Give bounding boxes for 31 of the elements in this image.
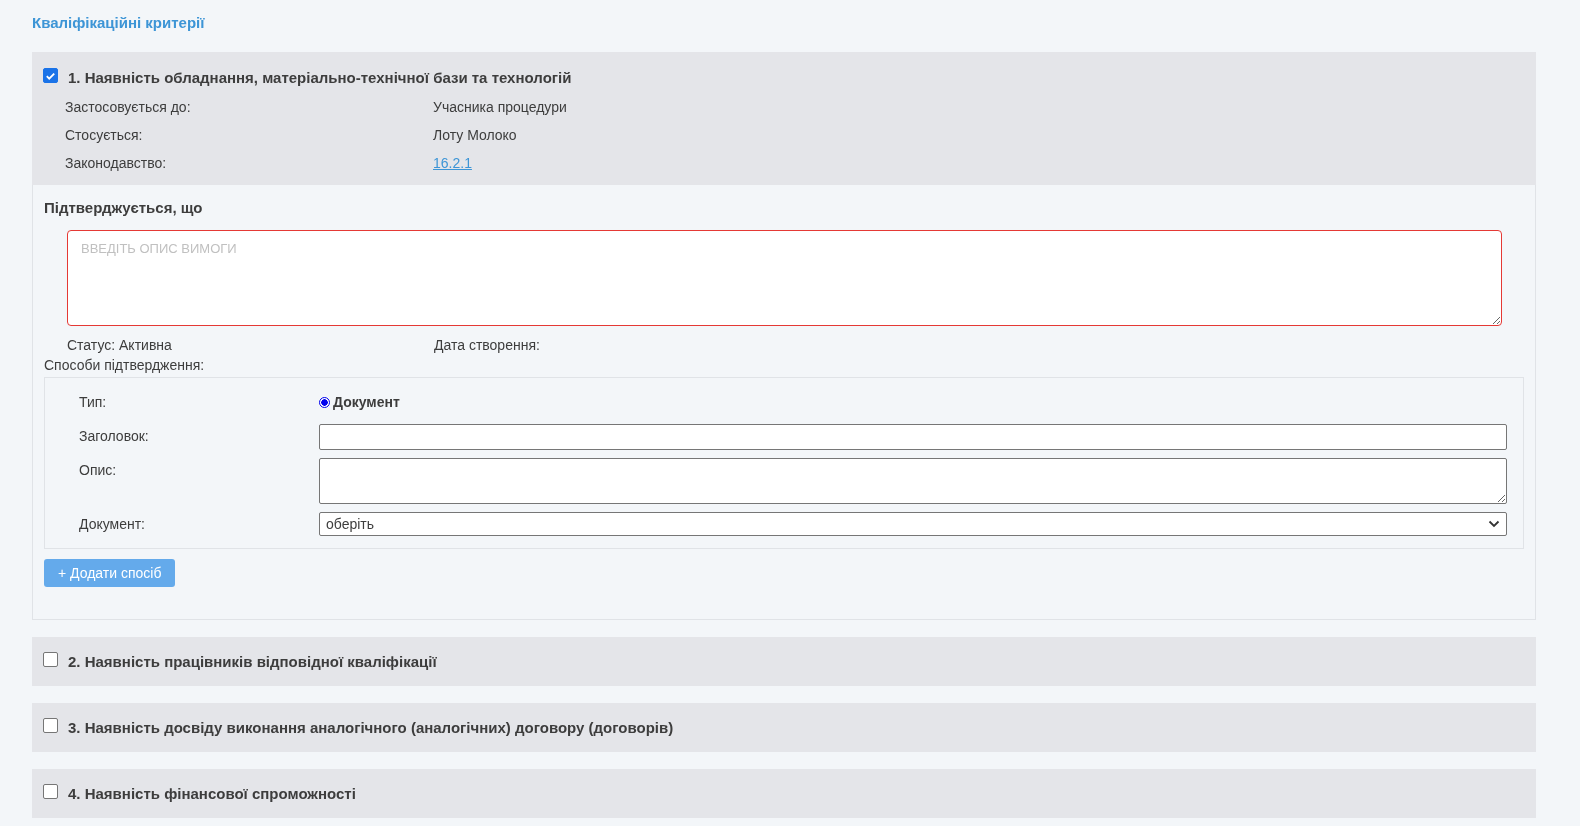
- field-label: Стосується:: [65, 127, 144, 143]
- field-value: Учасника процедури: [433, 99, 567, 115]
- description-input[interactable]: [319, 458, 1507, 504]
- field-label: Тип:: [79, 393, 108, 410]
- checkbox[interactable]: [43, 652, 58, 667]
- requirement-field[interactable]: ВВЕДІТЬ ОПИС ВИМОГИ: [67, 230, 1502, 326]
- methods-label: Способи підтвердження:: [44, 357, 206, 373]
- body-heading: Підтверджується, що: [44, 199, 204, 216]
- status-text: Статус: Активна: [67, 337, 173, 353]
- radio-label: Документ: [333, 394, 400, 410]
- section-title: Кваліфікаційні критерії: [32, 14, 206, 31]
- field-label: Застосовується до:: [65, 99, 192, 115]
- field-label: Документ:: [79, 515, 146, 532]
- chevron-down-icon: [1488, 520, 1500, 528]
- title-input[interactable]: [319, 424, 1507, 450]
- field-value: Лоту Молоко: [433, 127, 517, 143]
- legislation-link[interactable]: 16.2.1: [433, 155, 472, 171]
- checkbox[interactable]: [43, 68, 58, 83]
- checkbox[interactable]: [43, 784, 58, 799]
- criterion-title: 2. Наявність працівників відповідної кваліфікації: [68, 653, 437, 670]
- criterion-title: 3. Наявність досвіду виконання аналогічного (аналогічних) договору (договорів): [68, 719, 674, 736]
- checkbox[interactable]: [43, 718, 58, 733]
- field-label: Заголовок:: [79, 427, 150, 444]
- criterion-title: 4. Наявність фінансової спроможності: [68, 785, 356, 802]
- radio-button[interactable]: [319, 396, 330, 408]
- field-label: Законодавство:: [65, 155, 168, 171]
- add-method-button[interactable]: + Додати спосіб: [44, 559, 176, 587]
- field-label: Опис:: [79, 461, 118, 478]
- document-select[interactable]: оберіть: [319, 512, 1507, 536]
- created-date-label: Дата створення:: [434, 337, 540, 353]
- criterion-title: 1. Наявність обладнання, матеріально-технічної бази та технологій: [68, 69, 572, 86]
